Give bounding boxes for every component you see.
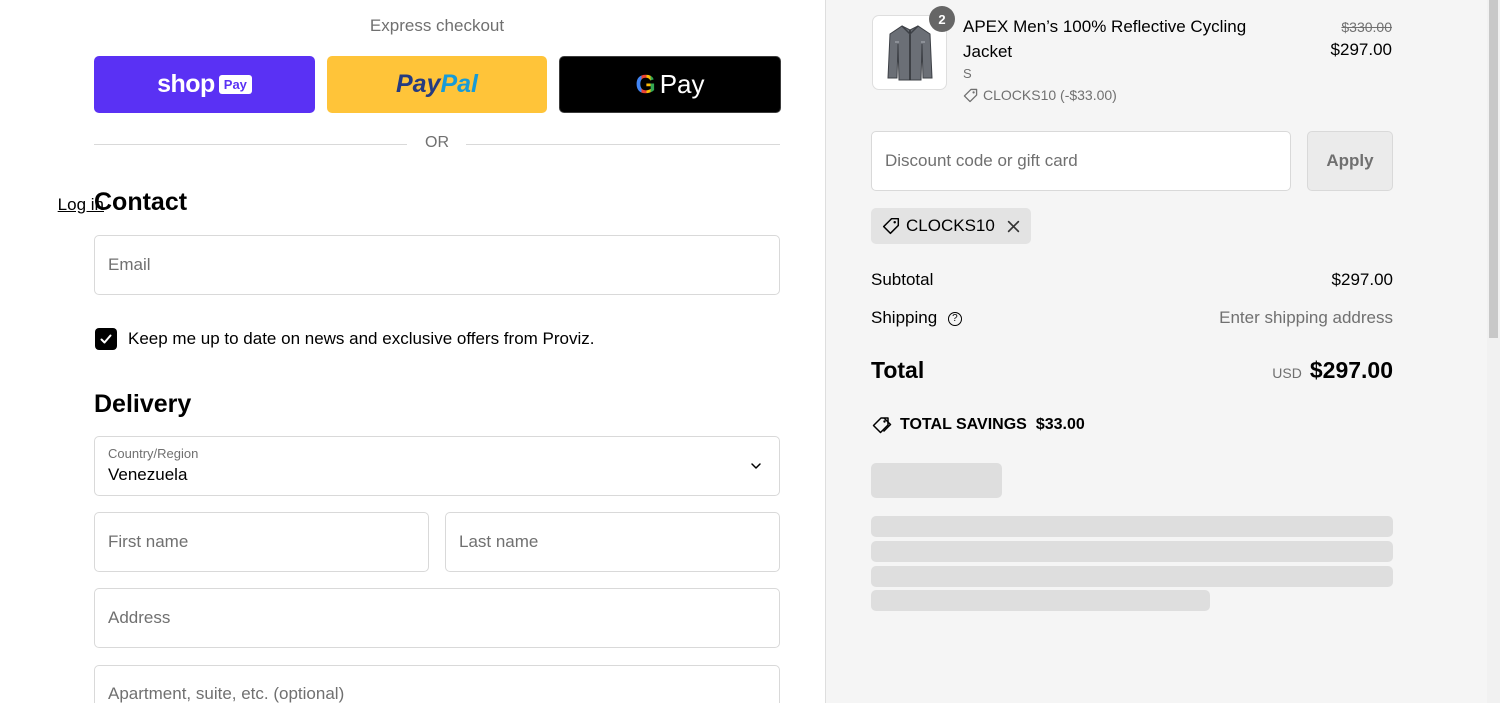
product-variant: S — [963, 66, 972, 81]
loading-skeleton-line — [871, 566, 1393, 587]
apartment-field[interactable] — [94, 665, 780, 703]
shipping-label: Shipping — [871, 308, 938, 327]
original-price: $330.00 — [1341, 19, 1392, 35]
country-select[interactable]: Country/Region Venezuela — [94, 436, 780, 496]
tag-icon — [882, 217, 900, 235]
or-label: OR — [425, 134, 449, 151]
discount-code-input[interactable] — [872, 132, 1290, 190]
subtotal-row: Subtotal $297.00 — [871, 270, 1393, 290]
subtotal-label: Subtotal — [871, 270, 934, 289]
tag-icon — [963, 88, 978, 102]
quantity-badge: 2 — [929, 6, 955, 32]
loading-skeleton-line — [871, 590, 1210, 611]
help-icon[interactable]: ? — [947, 311, 962, 326]
product-name: APEX Men’s 100% Reflective Cycling Jacke… — [963, 17, 1247, 61]
email-field[interactable] — [94, 235, 780, 295]
total-savings: TOTAL SAVINGS $33.00 — [872, 415, 1085, 435]
divider-line-right — [466, 144, 780, 145]
scrollbar-thumb[interactable] — [1489, 0, 1498, 338]
email-input[interactable] — [95, 236, 779, 294]
first-name-input[interactable] — [95, 513, 428, 571]
google-g-icon: G — [635, 69, 656, 99]
paypal-wordmark-pal: Pal — [440, 70, 478, 98]
newsletter-option[interactable]: Keep me up to date on news and exclusive… — [95, 328, 595, 350]
currency-code: USD — [1272, 365, 1302, 381]
google-pay-button[interactable]: G Pay — [559, 56, 781, 113]
last-name-input[interactable] — [446, 513, 779, 571]
savings-tag-icon — [872, 417, 892, 434]
checkmark-icon — [100, 334, 112, 344]
discounted-price: $297.00 — [1330, 40, 1392, 59]
loading-skeleton-block — [871, 463, 1002, 498]
contact-heading: Contact — [94, 188, 188, 216]
product-discount-text: CLOCKS10 (-$33.00) — [983, 87, 1117, 103]
newsletter-label: Keep me up to date on news and exclusive… — [128, 329, 595, 348]
country-label: Country/Region — [108, 446, 199, 461]
shop-pay-badge: Pay — [218, 75, 252, 94]
country-value: Venezuela — [108, 465, 188, 484]
savings-label: TOTAL SAVINGS — [900, 416, 1027, 433]
applied-discount-pill: CLOCKS10 — [871, 208, 1031, 244]
apartment-input[interactable] — [95, 666, 779, 703]
checkout-form-column: Express checkout shop Pay Pay Pal G Pay O… — [0, 0, 825, 703]
address-field[interactable] — [94, 588, 780, 648]
discount-code-field[interactable] — [871, 131, 1291, 191]
shipping-value: Enter shipping address — [1219, 308, 1393, 327]
delivery-heading: Delivery — [94, 390, 192, 418]
newsletter-checkbox[interactable] — [95, 328, 117, 350]
total-label: Total — [871, 357, 925, 383]
savings-value: $33.00 — [1035, 416, 1085, 433]
divider-line-left — [94, 144, 407, 145]
shop-pay-wordmark: shop — [157, 70, 215, 98]
shipping-row: Shipping ? Enter shipping address — [871, 308, 1393, 328]
subtotal-value: $297.00 — [1331, 270, 1393, 289]
first-name-field[interactable] — [94, 512, 429, 572]
apply-discount-button[interactable]: Apply — [1307, 131, 1393, 191]
google-pay-wordmark: Pay — [659, 69, 705, 99]
total-value: $297.00 — [1309, 357, 1393, 383]
shop-pay-button[interactable]: shop Pay — [94, 56, 315, 113]
product-discount: CLOCKS10 (-$33.00) — [963, 87, 1117, 103]
chevron-down-icon — [751, 463, 761, 469]
remove-code-icon[interactable] — [1007, 220, 1020, 233]
login-link[interactable]: Log in — [58, 195, 104, 215]
paypal-wordmark-pay: Pay — [395, 70, 441, 98]
loading-skeleton-line — [871, 516, 1393, 537]
address-input[interactable] — [95, 589, 779, 647]
applied-code-text: CLOCKS10 — [906, 216, 995, 235]
loading-skeleton-line — [871, 541, 1393, 562]
last-name-field[interactable] — [445, 512, 780, 572]
order-summary-column: 2 APEX Men’s 100% Reflective Cycling Jac… — [825, 0, 1500, 703]
jacket-icon — [886, 24, 933, 80]
or-divider: OR — [94, 134, 780, 154]
total-row: Total USD $297.00 — [871, 357, 1393, 384]
express-checkout-title: Express checkout — [369, 16, 505, 35]
paypal-button[interactable]: Pay Pal — [327, 56, 547, 113]
scrollbar-track[interactable] — [1487, 0, 1500, 703]
